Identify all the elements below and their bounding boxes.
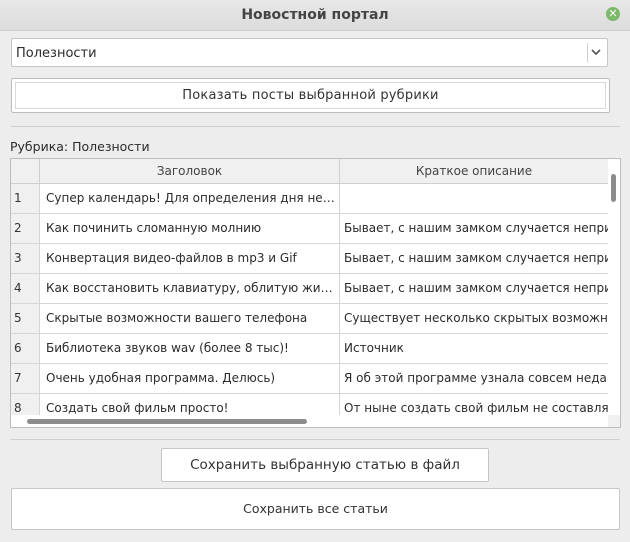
- row-number: 7: [11, 364, 40, 394]
- cell-title[interactable]: Как починить сломанную молнию: [40, 214, 340, 244]
- table-row[interactable]: 4 Как восстановить клавиатуру, облитую ж…: [11, 274, 609, 304]
- cell-description[interactable]: Бывает, с нашим замком случается неприят…: [340, 244, 609, 274]
- table-row[interactable]: 3 Конвертация видео-файлов в mp3 и Gif Б…: [11, 244, 609, 274]
- combo-divider: [587, 43, 588, 62]
- cell-description[interactable]: Я об этой программе узнала совсем недавн…: [340, 364, 609, 394]
- row-number: 3: [11, 244, 40, 274]
- cell-title[interactable]: Конвертация видео-файлов в mp3 и Gif: [40, 244, 340, 274]
- header-corner: [11, 159, 40, 184]
- save-all-button[interactable]: Сохранить все статьи: [11, 488, 620, 530]
- cell-title[interactable]: Библиотека звуков wav (более 8 тыс)!: [40, 334, 340, 364]
- table-row[interactable]: 7 Очень удобная программа. Делюсь) Я об …: [11, 364, 609, 394]
- cell-title[interactable]: Скрытые возможности вашего телефона: [40, 304, 340, 334]
- divider: [11, 126, 620, 127]
- horizontal-scrollbar[interactable]: [11, 415, 609, 427]
- category-select-value: Полезности: [16, 46, 97, 61]
- row-number: 2: [11, 214, 40, 244]
- table-row[interactable]: 2 Как починить сломанную молнию Бывает, …: [11, 214, 609, 244]
- cell-description[interactable]: Бывает, с нашим замком случается неприят…: [340, 214, 609, 244]
- row-number: 6: [11, 334, 40, 364]
- articles-table[interactable]: Заголовок Краткое описание 1 Супер кален…: [10, 158, 621, 428]
- show-posts-button-label: Показать посты выбранной рубрики: [15, 82, 606, 109]
- cell-title[interactable]: Очень удобная программа. Делюсь): [40, 364, 340, 394]
- chevron-down-icon[interactable]: [589, 44, 603, 60]
- table-row[interactable]: 6 Библиотека звуков wav (более 8 тыс)! И…: [11, 334, 609, 364]
- category-select[interactable]: Полезности: [11, 38, 608, 67]
- title-bar: Новостной портал ✕: [0, 0, 630, 31]
- cell-title[interactable]: Как восстановить клавиатуру, облитую жид…: [40, 274, 340, 304]
- column-header-title[interactable]: Заголовок: [40, 159, 340, 184]
- cell-description[interactable]: [340, 184, 609, 214]
- cell-title[interactable]: Супер календарь! Для определения дня нед…: [40, 184, 340, 214]
- row-number: 5: [11, 304, 40, 334]
- close-icon[interactable]: ✕: [606, 7, 620, 21]
- vertical-scroll-thumb[interactable]: [611, 174, 616, 202]
- cell-description[interactable]: Бывает, с нашим замком случается неприят…: [340, 274, 609, 304]
- show-posts-button[interactable]: Показать посты выбранной рубрики: [11, 78, 610, 113]
- divider: [11, 439, 620, 440]
- cell-description[interactable]: Источник: [340, 334, 609, 364]
- window-title: Новостной портал: [241, 7, 389, 23]
- row-number: 4: [11, 274, 40, 304]
- scroll-corner: [608, 415, 620, 427]
- horizontal-scroll-thumb[interactable]: [27, 419, 307, 424]
- vertical-scrollbar[interactable]: [608, 159, 620, 415]
- rubric-label: Рубрика: Полезности: [10, 139, 150, 154]
- cell-description[interactable]: Существует несколько скрытых возможносте: [340, 304, 609, 334]
- table-row[interactable]: 1 Супер календарь! Для определения дня н…: [11, 184, 609, 214]
- table-row[interactable]: 5 Скрытые возможности вашего телефона Су…: [11, 304, 609, 334]
- row-number: 1: [11, 184, 40, 214]
- column-header-description[interactable]: Краткое описание: [340, 159, 609, 184]
- save-selected-button[interactable]: Сохранить выбранную статью в файл: [161, 448, 489, 482]
